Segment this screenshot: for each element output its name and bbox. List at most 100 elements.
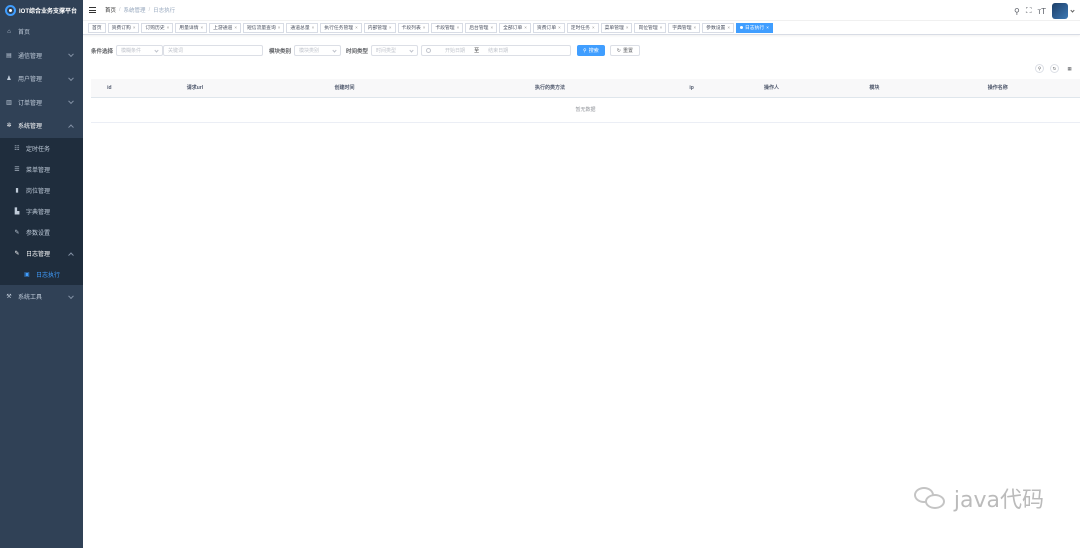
sidebar-item-system[interactable]: ✲ 系统管理 xyxy=(0,114,83,138)
reset-button[interactable]: ↻ 重置 xyxy=(609,45,640,56)
tag-6[interactable]: 通道总量 × xyxy=(286,22,319,33)
sidebar-item-params[interactable]: ✎ 参数设置 xyxy=(0,222,83,243)
column-header: 请求url xyxy=(127,79,263,98)
column-header: id xyxy=(91,79,128,98)
time-type-select[interactable]: 时间类型 xyxy=(371,45,419,56)
tag-label: 用量详情 xyxy=(179,26,199,31)
close-icon[interactable]: × xyxy=(234,25,237,30)
tag-11[interactable]: 后台管理 × xyxy=(465,22,498,33)
tag-2[interactable]: 订购历史 × xyxy=(141,22,174,33)
close-icon[interactable]: × xyxy=(201,25,204,30)
refresh-icon[interactable]: ↻ xyxy=(1050,64,1059,73)
chevron-down-icon xyxy=(409,48,414,53)
sidebar-item-home[interactable]: ⌂ 首页 xyxy=(0,20,83,44)
tag-8[interactable]: 内部管理 × xyxy=(363,22,396,33)
tag-5[interactable]: 短信流量查询 × xyxy=(242,22,285,33)
close-icon[interactable]: × xyxy=(524,25,527,30)
tag-16[interactable]: 岗位管理 × xyxy=(634,22,667,33)
avatar[interactable] xyxy=(1052,3,1068,19)
app-title: IOT综合业务支撑平台 xyxy=(19,8,77,15)
dict-icon: ▙ xyxy=(14,208,20,215)
search-button[interactable]: ⚲ 搜索 xyxy=(577,45,605,56)
tag-label: 卡段列表 xyxy=(401,26,421,31)
empty-text: 暂无数据 xyxy=(91,97,1080,123)
tag-17[interactable]: 字典管理 × xyxy=(668,22,701,33)
sidebar-item-communication[interactable]: ▤ 通信管理 xyxy=(0,44,83,68)
close-icon[interactable]: × xyxy=(766,25,769,30)
toggle-search-icon[interactable]: ⚲ xyxy=(1035,64,1044,73)
sidebar-item-log-run[interactable]: ▣ 日志执行 xyxy=(0,264,83,285)
close-icon[interactable]: × xyxy=(133,25,136,30)
search-icon[interactable]: ⚲ xyxy=(1014,7,1020,16)
close-icon[interactable]: × xyxy=(389,25,392,30)
close-icon[interactable]: × xyxy=(660,25,663,30)
sidebar-item-orders[interactable]: ▥ 订单管理 xyxy=(0,91,83,115)
tag-0[interactable]: 首页 xyxy=(88,22,106,33)
keyword-input[interactable]: 关键词 xyxy=(163,45,264,56)
start-date-input[interactable]: 开始日期 xyxy=(445,47,465,54)
column-header: 执行的类方法 xyxy=(426,79,674,98)
sidebar-item-users[interactable]: ♟ 用户管理 xyxy=(0,67,83,91)
end-date-input[interactable]: 结束日期 xyxy=(488,47,508,54)
tag-label: 参数设置 xyxy=(706,26,726,31)
column-header: ip xyxy=(673,79,710,98)
tag-9[interactable]: 卡段列表 × xyxy=(397,22,430,33)
tag-10[interactable]: 卡段管理 × xyxy=(431,22,464,33)
tag-4[interactable]: 上游通道 × xyxy=(209,22,241,33)
date-range-picker[interactable]: 开始日期 至 结束日期 xyxy=(421,45,572,56)
empty-row: 暂无数据 xyxy=(91,97,1080,123)
module-select[interactable]: 模块类别 xyxy=(294,45,342,56)
tag-label: 岗位管理 xyxy=(638,26,658,31)
close-icon[interactable]: × xyxy=(423,25,426,30)
table-toolbar: ⚲ ↻ ▦ xyxy=(1029,64,1074,73)
close-icon[interactable]: × xyxy=(727,25,730,30)
condition-select[interactable]: 模糊条件 xyxy=(116,45,164,56)
tag-label: 全部订单 xyxy=(503,26,523,31)
sidebar-item-tools[interactable]: ⚒ 系统工具 xyxy=(0,285,83,309)
sidebar-item-dict[interactable]: ▙ 字典管理 xyxy=(0,201,83,222)
close-icon[interactable]: × xyxy=(490,25,493,30)
close-icon[interactable]: × xyxy=(167,25,170,30)
app-logo[interactable]: IOT综合业务支撑平台 xyxy=(0,0,83,20)
close-icon[interactable]: × xyxy=(626,25,629,30)
columns-icon[interactable]: ▦ xyxy=(1065,64,1074,73)
tag-7[interactable]: 执行任务管理 × xyxy=(320,22,362,33)
breadcrumb: 首页 / 系统管理 / 日志执行 xyxy=(105,6,178,14)
sidebar-item-menu[interactable]: ☰ 菜单管理 xyxy=(0,159,83,180)
fullscreen-icon[interactable]: ⛶ xyxy=(1026,6,1032,16)
hamburger-icon[interactable] xyxy=(89,7,96,13)
tag-13[interactable]: 资费订单 × xyxy=(532,22,565,33)
tag-15[interactable]: 菜单管理 × xyxy=(600,22,633,33)
tag-label: 日志执行 xyxy=(744,26,765,31)
close-icon[interactable]: × xyxy=(694,25,697,30)
close-icon[interactable]: × xyxy=(457,25,460,30)
close-icon[interactable]: × xyxy=(355,25,358,30)
post-icon: ▮ xyxy=(15,187,19,194)
close-icon[interactable]: × xyxy=(312,25,315,30)
tag-18[interactable]: 参数设置 × xyxy=(702,22,734,33)
chevron-down-icon xyxy=(68,75,74,81)
tag-3[interactable]: 用量详情 × xyxy=(175,22,208,33)
close-icon[interactable]: × xyxy=(558,25,561,30)
sidebar-item-log[interactable]: ✎ 日志管理 xyxy=(0,243,83,264)
tag-label: 字典管理 xyxy=(672,26,692,31)
chevron-down-icon xyxy=(68,293,74,299)
sidebar: IOT综合业务支撑平台 ⌂ 首页 ▤ 通信管理 ♟ 用户管理 ▥ 订单管理 ✲ … xyxy=(0,0,83,548)
close-icon[interactable]: × xyxy=(278,25,281,30)
system-submenu: ☷ 定时任务 ☰ 菜单管理 ▮ 岗位管理 ▙ 字典管理 ✎ 参数设置 ✎ 日志管… xyxy=(0,137,83,286)
chevron-down-icon xyxy=(68,98,74,105)
sidebar-item-timer[interactable]: ☷ 定时任务 xyxy=(0,138,83,159)
caret-down-icon[interactable] xyxy=(1070,7,1075,13)
breadcrumb-home[interactable]: 首页 xyxy=(105,6,116,14)
menu-list-icon: ☰ xyxy=(14,166,20,173)
tag-19[interactable]: 日志执行 × xyxy=(735,22,773,33)
chevron-down-icon xyxy=(154,48,159,53)
tag-1[interactable]: 资费订购 × xyxy=(107,22,140,33)
chevron-up-icon xyxy=(68,124,74,130)
sidebar-item-post[interactable]: ▮ 岗位管理 xyxy=(0,180,83,201)
tag-12[interactable]: 全部订单 × xyxy=(499,22,531,33)
tag-14[interactable]: 定时任务 × xyxy=(566,22,599,33)
close-icon[interactable]: × xyxy=(592,25,595,30)
font-size-icon[interactable]: ᴛT xyxy=(1037,7,1046,16)
range-separator: 至 xyxy=(474,48,480,54)
